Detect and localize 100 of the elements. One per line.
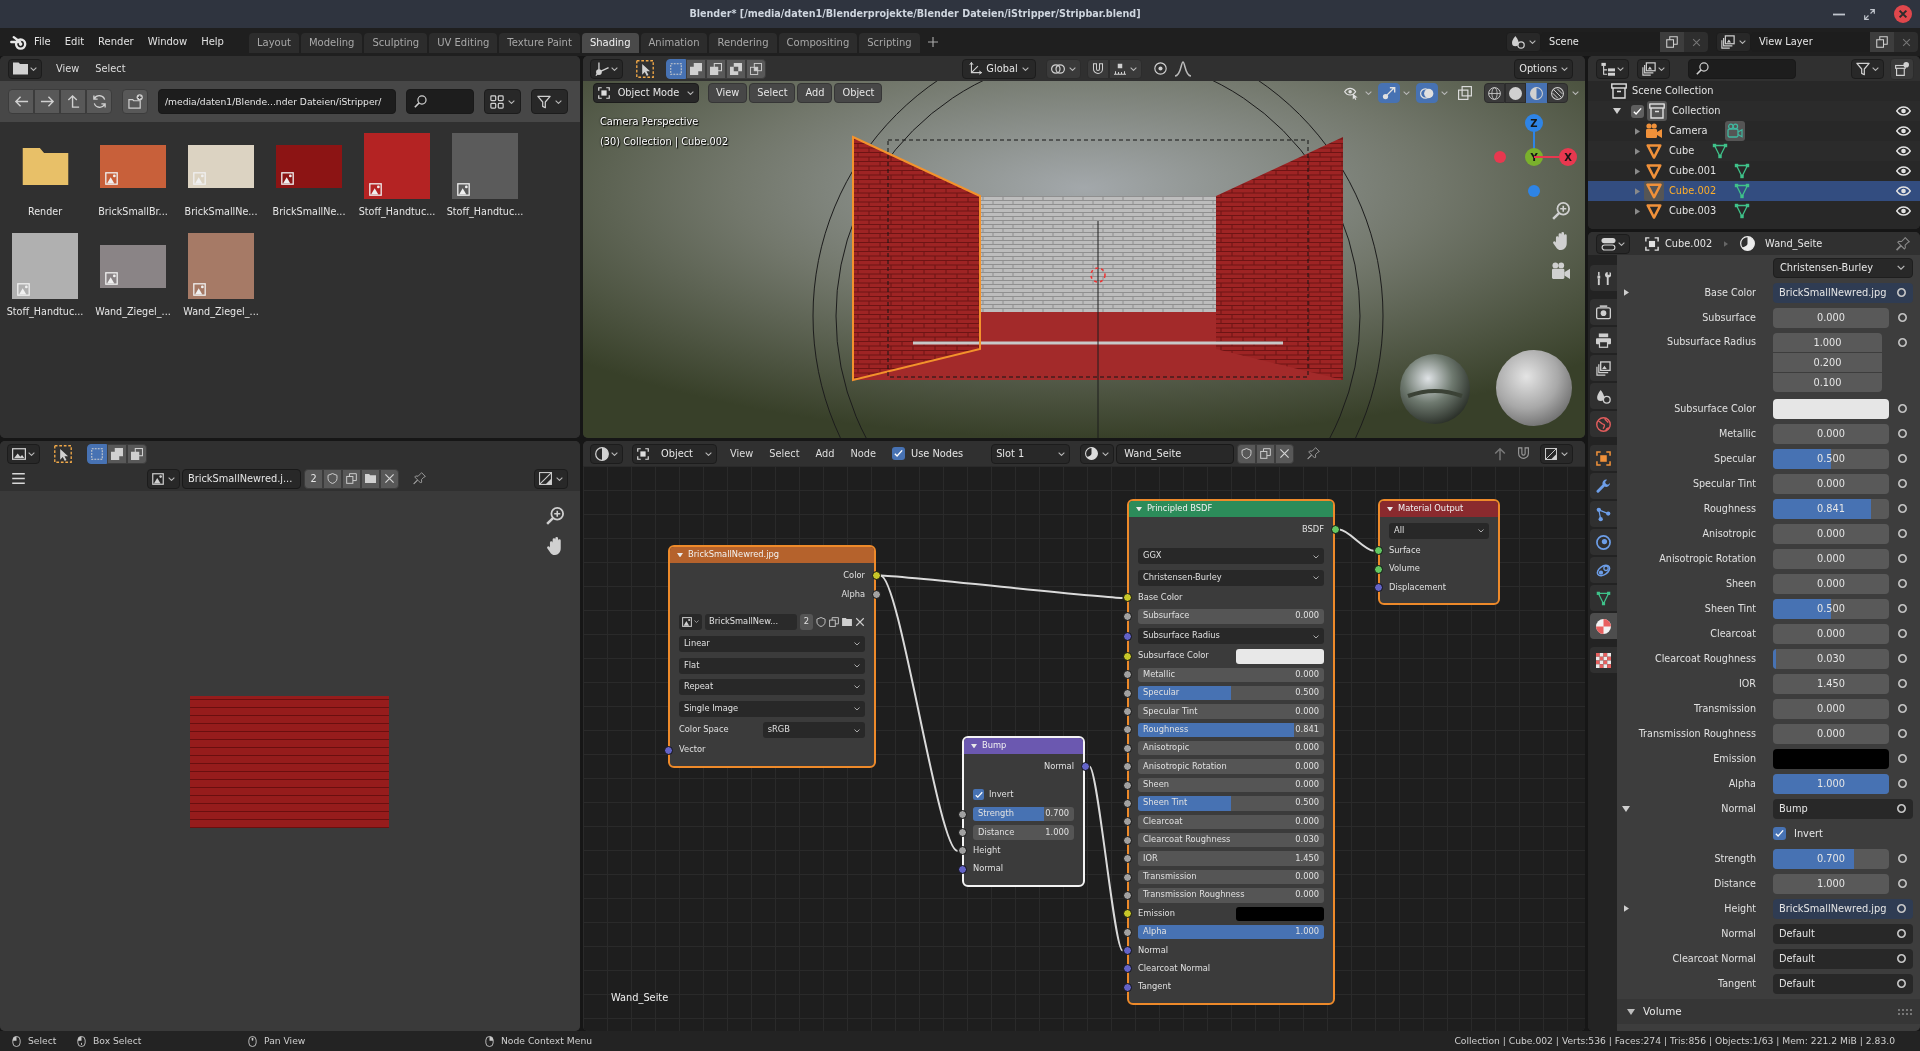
socket-icon[interactable]: [1373, 564, 1383, 574]
users-count-button[interactable]: 2: [304, 468, 323, 489]
select-mode-button[interactable]: [107, 443, 127, 464]
node-panel[interactable]: Material Output All Surface Volume Displacement: [1378, 499, 1500, 605]
image-browse-button[interactable]: [679, 613, 702, 630]
toggle-button[interactable]: [1416, 83, 1438, 103]
socket-icon[interactable]: [1122, 909, 1132, 919]
editor-type-button[interactable]: [590, 58, 623, 79]
fake-user-button[interactable]: [1237, 443, 1257, 464]
socket-icon[interactable]: [1122, 798, 1132, 808]
node-header[interactable]: Material Output: [1380, 501, 1498, 517]
ring-icon[interactable]: [1897, 429, 1907, 438]
magnet-icon[interactable]: [1517, 447, 1530, 460]
node-header[interactable]: BrickSmallNewred.jpg: [670, 547, 874, 563]
ring-icon[interactable]: [1897, 554, 1907, 563]
socket-icon[interactable]: [1122, 670, 1132, 680]
number-field[interactable]: Anisotropic 0.000: [1138, 741, 1324, 756]
triangle-mesh-icon[interactable]: [1734, 203, 1751, 219]
triangle-mesh-icon[interactable]: [1734, 163, 1751, 179]
unlink-button[interactable]: [380, 468, 399, 489]
collapse-arrow-icon[interactable]: [971, 743, 977, 749]
menu-item[interactable]: Node: [842, 445, 885, 462]
snap-toggle[interactable]: [1087, 58, 1109, 79]
file-name[interactable]: Wand_Ziegel_...: [183, 306, 259, 318]
socket-icon[interactable]: [871, 571, 881, 581]
editor-type-button[interactable]: [1596, 233, 1630, 254]
collapsed-arrow-icon[interactable]: [1635, 147, 1640, 155]
socket-icon[interactable]: [957, 828, 967, 838]
ring-icon[interactable]: [1897, 529, 1907, 538]
image-thumbnail[interactable]: [12, 233, 78, 299]
toggle-button[interactable]: [1378, 83, 1400, 103]
dropdown[interactable]: Repeat: [679, 679, 865, 696]
workspace-tab[interactable]: Rendering: [709, 33, 777, 53]
camera-icon[interactable]: [1552, 262, 1570, 280]
workspace-tab[interactable]: Sculpting: [364, 33, 428, 53]
node-header[interactable]: Bump: [964, 738, 1083, 754]
ring-icon[interactable]: [1897, 879, 1907, 888]
eye-icon[interactable]: [1896, 186, 1911, 196]
zoom-icon[interactable]: [1552, 202, 1570, 220]
number-field[interactable]: Subsurface 0.000: [1138, 609, 1324, 624]
back-button[interactable]: [8, 89, 34, 114]
socket-icon[interactable]: [1122, 611, 1132, 621]
workspace-tab[interactable]: Animation: [640, 33, 708, 53]
editor-type-button[interactable]: [590, 443, 623, 464]
number-field[interactable]: 0.000: [1773, 423, 1889, 444]
triangle-mesh-icon[interactable]: [1734, 183, 1751, 199]
node-panel[interactable]: BrickSmallNewred.jpg Color Alpha BrickSmallNew... 2 Linear Flat Repeat Single Image Color Space sRGB Vector: [668, 545, 876, 768]
workspace-tab[interactable]: Modeling: [300, 33, 363, 53]
properties-tab[interactable]: [1590, 445, 1617, 471]
properties-tab[interactable]: [1590, 473, 1617, 499]
duplicate-button[interactable]: [1870, 32, 1894, 52]
dropdown[interactable]: Subsurface Radius: [1138, 628, 1324, 645]
collapsed-arrow-icon[interactable]: [1623, 905, 1629, 912]
image-thumbnail[interactable]: [100, 244, 166, 288]
dropdown[interactable]: GGX: [1138, 548, 1324, 565]
expanded-arrow-icon[interactable]: [1613, 108, 1621, 114]
properties-tab[interactable]: [1590, 501, 1617, 527]
parent-folder-button[interactable]: [60, 89, 86, 114]
select-mode-button[interactable]: [666, 58, 686, 79]
linked-input-field[interactable]: Bump: [1773, 798, 1913, 819]
dropdown[interactable]: Linear: [679, 635, 865, 652]
linked-input-field[interactable]: Default: [1773, 948, 1913, 969]
triangle-icon[interactable]: [1646, 203, 1662, 219]
color-swatch[interactable]: [1236, 906, 1324, 921]
menu-item[interactable]: Window: [140, 33, 195, 51]
close-icon[interactable]: [855, 616, 865, 627]
dropdown[interactable]: sRGB: [762, 722, 865, 739]
snap-target-dropdown[interactable]: [1109, 58, 1142, 79]
properties-tab[interactable]: [1590, 647, 1617, 673]
workspace-tab[interactable]: Texture Paint: [499, 33, 580, 53]
file-name[interactable]: Stoff_Handtuc...: [6, 306, 84, 318]
remove-button[interactable]: [1684, 32, 1708, 52]
grip-icon[interactable]: [1898, 1008, 1912, 1015]
mode-dropdown[interactable]: Object Mode: [593, 83, 699, 103]
menu-item[interactable]: Object: [834, 83, 883, 103]
box-icon[interactable]: [1611, 83, 1627, 99]
options-dropdown[interactable]: Options: [1514, 58, 1573, 79]
properties-tab[interactable]: [1590, 299, 1617, 325]
path-field[interactable]: /media/daten1/Blende...nder Dateien/iStripper/: [158, 89, 396, 114]
item-name[interactable]: Scene Collection: [1632, 85, 1714, 97]
node-link[interactable]: [1338, 528, 1375, 552]
image-thumbnail[interactable]: [100, 144, 166, 188]
properties-tab[interactable]: [1590, 613, 1617, 639]
dropdown[interactable]: Single Image: [679, 700, 865, 717]
panel-header[interactable]: Volume: [1617, 999, 1920, 1024]
ring-icon[interactable]: [1897, 679, 1907, 688]
file-name[interactable]: Render: [27, 206, 63, 218]
axis-dot-icon[interactable]: [1528, 185, 1540, 197]
socket-icon[interactable]: [1122, 835, 1132, 845]
properties-tab[interactable]: [1590, 327, 1617, 353]
checkbox[interactable]: [892, 447, 906, 460]
scene-selector-button[interactable]: [1506, 32, 1541, 52]
number-field[interactable]: Clearcoat 0.000: [1138, 814, 1324, 830]
number-field[interactable]: 0.000: [1773, 307, 1889, 328]
display-channels-dropdown[interactable]: [534, 468, 568, 489]
checkbox[interactable]: [1631, 104, 1644, 118]
eye-icon[interactable]: [1896, 126, 1911, 136]
workspace-tab[interactable]: Shading: [581, 33, 639, 53]
eye-icon[interactable]: [1896, 106, 1911, 116]
menu-item[interactable]: Select: [749, 83, 796, 103]
